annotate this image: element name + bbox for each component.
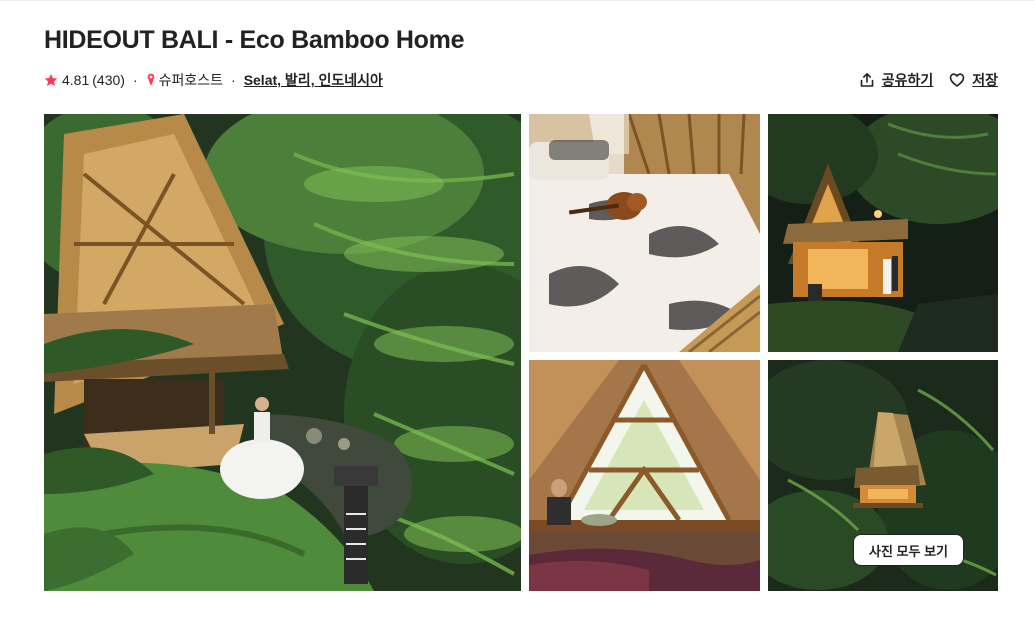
interior-window-photo[interactable] xyxy=(529,360,760,591)
share-label: 공유하기 xyxy=(881,72,934,88)
listing-meta: 4.81 (430) · 슈퍼호스트 · Selat, 발리, 인도네시아 xyxy=(44,70,383,90)
superhost-badge: 슈퍼호스트 xyxy=(158,72,224,88)
star-icon xyxy=(44,73,58,86)
rating-value: 4.81 xyxy=(62,72,90,88)
medal-icon xyxy=(147,73,155,86)
aerial-house-photo[interactable]: 사진 모두 보기 xyxy=(768,360,998,591)
jungle-house-image xyxy=(44,114,521,591)
review-count[interactable]: (430) xyxy=(92,72,125,88)
heart-icon xyxy=(949,73,965,87)
share-button[interactable]: 공유하기 xyxy=(859,70,934,90)
interior-window-image xyxy=(529,360,760,591)
separator-dot: · xyxy=(231,72,236,88)
listing-actions: 공유하기 저장 xyxy=(859,70,998,90)
night-house-image xyxy=(768,114,998,352)
bedroom-image xyxy=(529,114,760,352)
location-link[interactable]: Selat, 발리, 인도네시아 xyxy=(244,70,383,90)
separator-dot: · xyxy=(132,72,138,88)
night-house-photo[interactable] xyxy=(768,114,998,352)
share-icon xyxy=(860,73,874,87)
save-button[interactable]: 저장 xyxy=(949,70,998,90)
photo-gallery: 사진 모두 보기 xyxy=(44,114,998,591)
bedroom-photo[interactable] xyxy=(529,114,760,352)
show-all-photos-button[interactable]: 사진 모두 보기 xyxy=(853,534,964,566)
listing-title: HIDEOUT BALI - Eco Bamboo Home xyxy=(44,26,465,54)
header-divider xyxy=(0,0,1034,1)
main-photo[interactable] xyxy=(44,114,521,591)
save-label: 저장 xyxy=(972,72,998,88)
